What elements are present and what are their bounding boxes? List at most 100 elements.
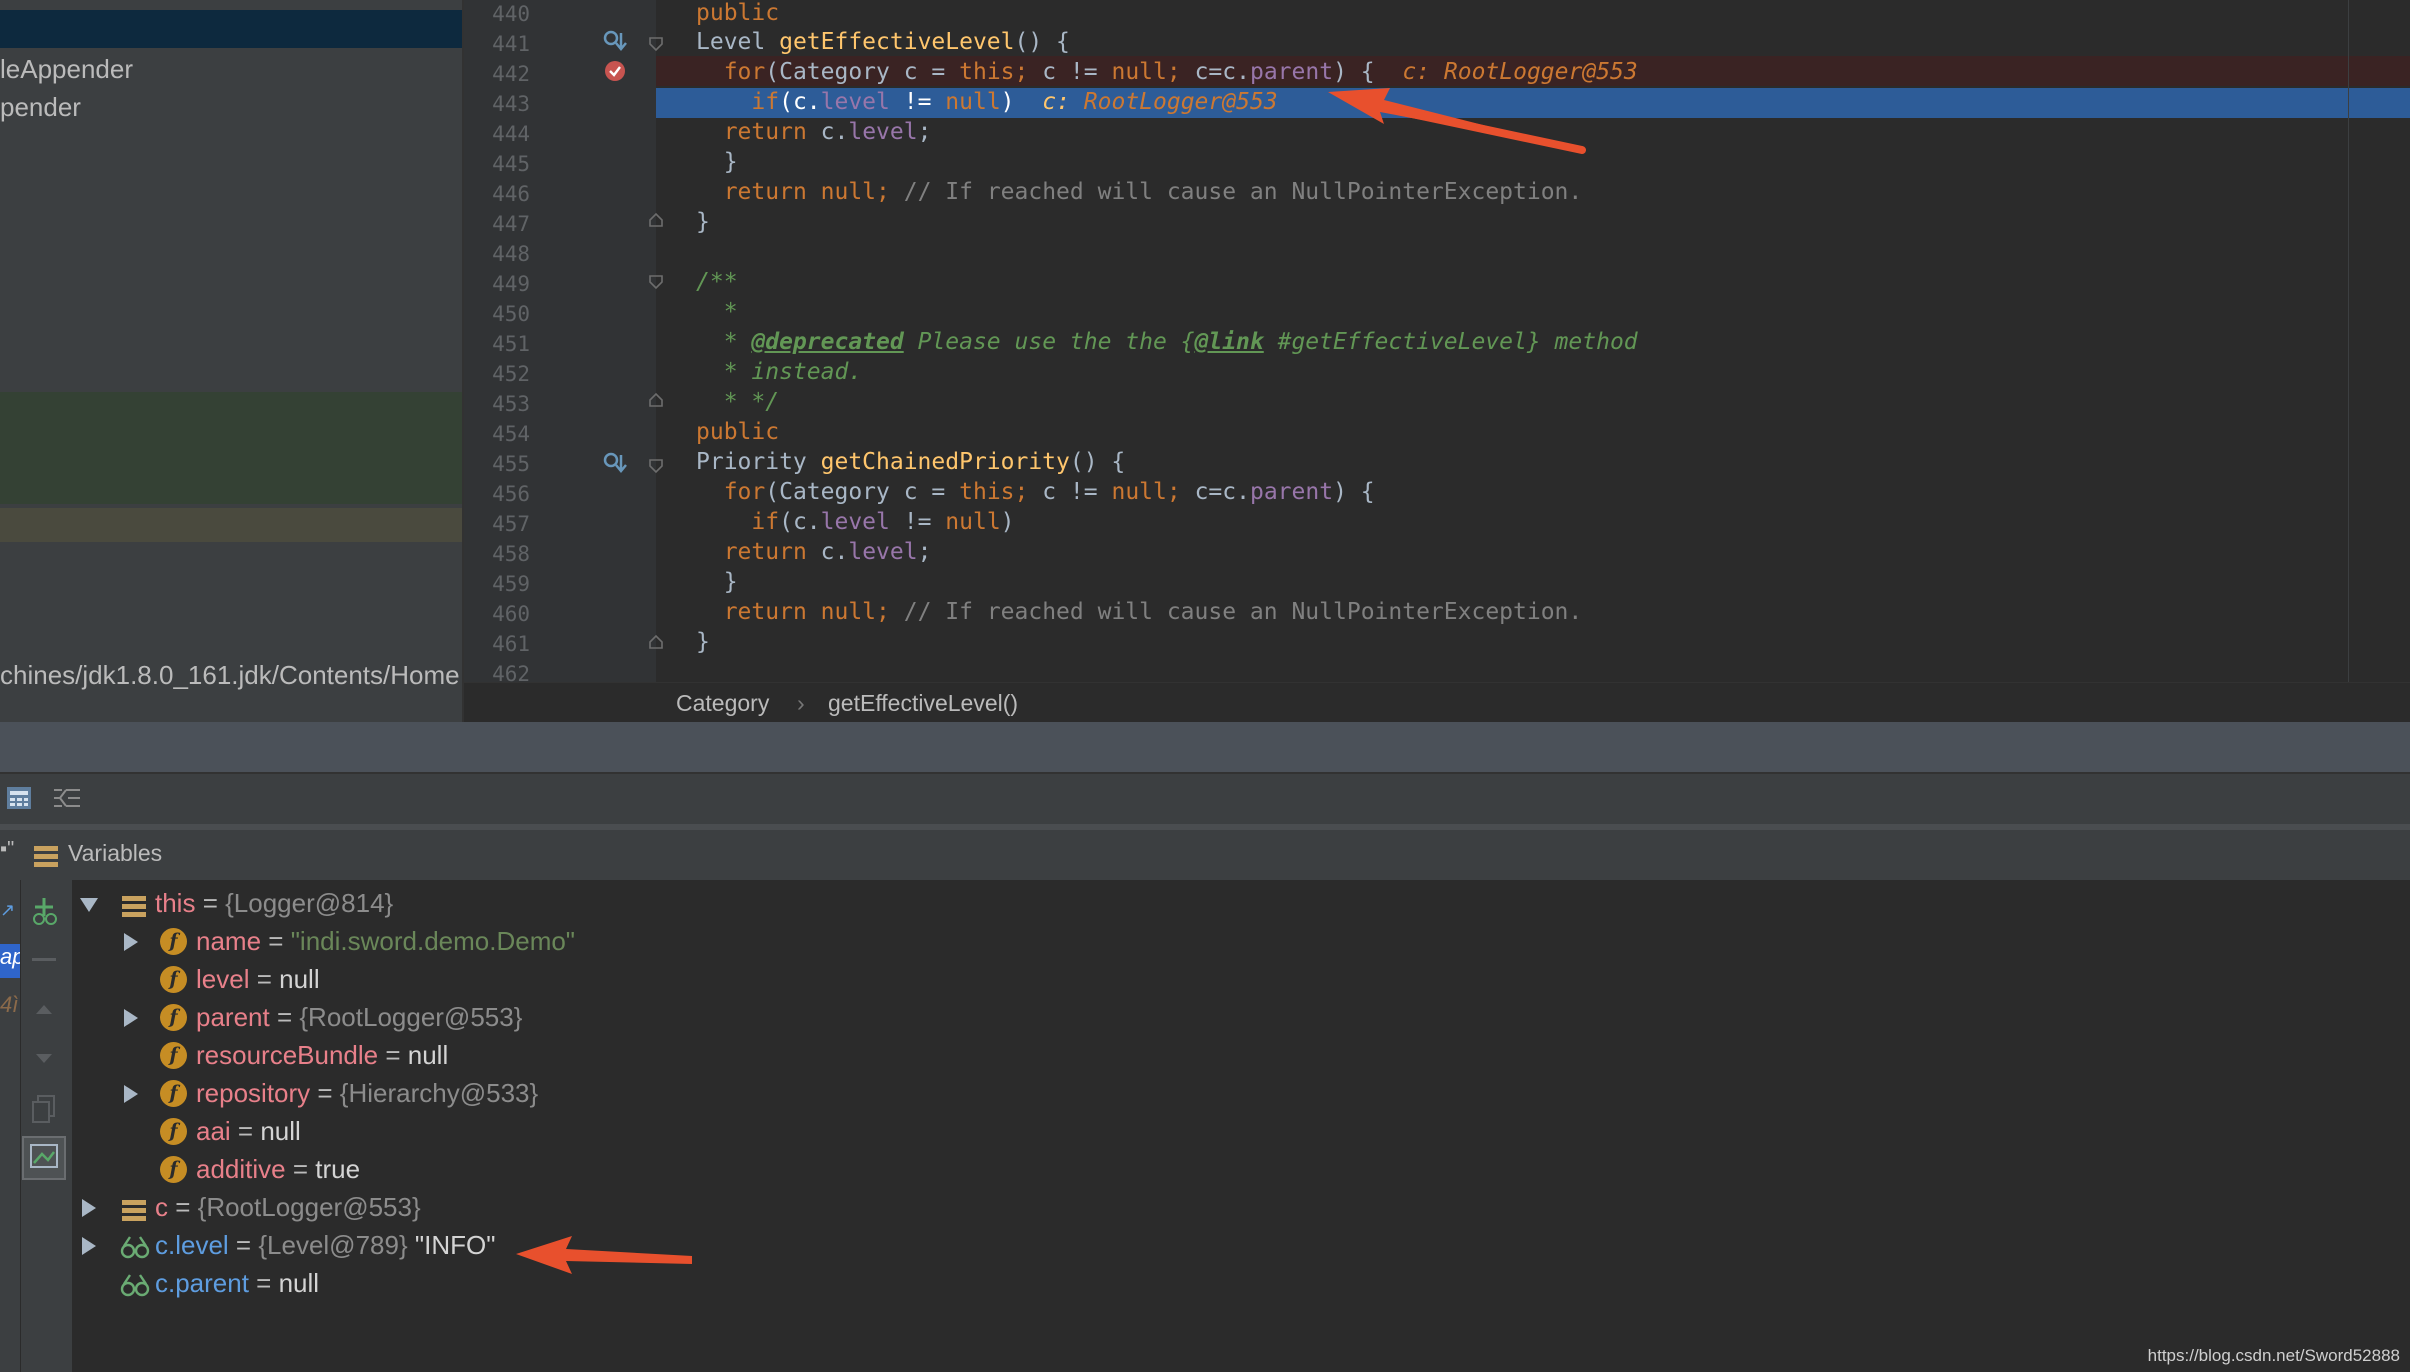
line-number[interactable]: 446 [464, 182, 530, 206]
code-line[interactable]: Priority getChainedPriority() { [696, 449, 1125, 475]
variable-row[interactable]: c.level = {Level@789} "INFO" [155, 1230, 495, 1266]
code-line[interactable]: public [696, 419, 779, 445]
breadcrumb-method[interactable]: getEffectiveLevel() [828, 690, 1018, 717]
project-tree-highlight [0, 508, 462, 542]
line-number[interactable]: 447 [464, 212, 530, 236]
line-number[interactable]: 445 [464, 152, 530, 176]
line-number[interactable]: 460 [464, 602, 530, 626]
evaluate-expression-icon[interactable] [6, 786, 32, 810]
code-line-current[interactable]: if(c.level != null) c: RootLogger@553 [696, 89, 1277, 115]
field-icon: f [160, 1042, 187, 1069]
fold-open-icon[interactable] [648, 274, 664, 290]
code-line[interactable]: } [696, 149, 738, 175]
field-icon: f [160, 1004, 187, 1031]
line-number[interactable]: 454 [464, 422, 530, 446]
code-line[interactable]: for(Category c = this; c != null; c=c.pa… [696, 479, 1375, 505]
variable-row[interactable]: resourceBundle = null [196, 1040, 448, 1076]
expand-toggle-icon[interactable] [124, 933, 138, 951]
variable-row[interactable]: additive = true [196, 1154, 360, 1190]
frame-label[interactable]: 4ì [0, 992, 20, 1022]
line-number[interactable]: 443 [464, 92, 530, 116]
jdk-path-item[interactable]: chines/jdk1.8.0_161.jdk/Contents/Home [0, 660, 460, 691]
restore-layout-icon[interactable]: ▪" [0, 838, 14, 861]
move-up-icon[interactable] [34, 1002, 54, 1016]
line-number[interactable]: 453 [464, 392, 530, 416]
move-down-icon[interactable] [34, 1052, 54, 1066]
code-line[interactable]: * */ [696, 389, 779, 415]
show-watches-toggle-icon[interactable] [22, 1136, 66, 1180]
variable-row[interactable]: repository = {Hierarchy@533} [196, 1078, 538, 1114]
code-line[interactable]: return null; // If reached will cause an… [696, 599, 1583, 625]
trace-stream-icon[interactable] [52, 786, 82, 810]
code-line[interactable]: } [696, 209, 710, 235]
expand-toggle-icon[interactable] [80, 898, 98, 912]
field-icon: f [160, 928, 187, 955]
variables-side-toolbar: ap 4ì ↗ [0, 880, 73, 1372]
project-tree-selected-row[interactable] [0, 10, 462, 48]
line-number[interactable]: 462 [464, 662, 530, 682]
code-line[interactable]: } [696, 629, 710, 655]
variable-row[interactable]: parent = {RootLogger@553} [196, 1002, 522, 1038]
line-number[interactable]: 457 [464, 512, 530, 536]
remove-watch-icon[interactable] [32, 958, 56, 961]
inline-debug-label: c: [1042, 89, 1070, 115]
expand-toggle-icon[interactable] [124, 1085, 138, 1103]
line-number[interactable]: 456 [464, 482, 530, 506]
code-line[interactable]: * [696, 299, 738, 325]
variable-row[interactable]: aai = null [196, 1116, 301, 1152]
code-line[interactable]: * instead. [696, 359, 862, 385]
line-number[interactable]: 442 [464, 62, 530, 86]
right-margin-guide [2348, 0, 2349, 682]
line-number[interactable]: 451 [464, 332, 530, 356]
code-line[interactable]: return c.level; [696, 539, 932, 565]
code-line[interactable]: /** [696, 269, 738, 295]
code-line[interactable]: * @deprecated Please use the the {@link … [696, 329, 1638, 355]
line-number[interactable]: 450 [464, 302, 530, 326]
line-number[interactable]: 444 [464, 122, 530, 146]
expand-toggle-icon[interactable] [82, 1237, 96, 1255]
code-line[interactable]: return c.level; [696, 119, 932, 145]
breakpoint-icon[interactable] [604, 60, 626, 82]
variable-row[interactable]: c = {RootLogger@553} [155, 1192, 421, 1228]
code-line[interactable]: Level getEffectiveLevel() { [696, 29, 1070, 55]
debug-toolbar [0, 774, 2410, 824]
line-number[interactable]: 440 [464, 2, 530, 26]
variable-row[interactable]: level = null [196, 964, 320, 1000]
fold-open-icon[interactable] [648, 458, 664, 474]
breadcrumb-class[interactable]: Category [676, 690, 769, 717]
line-number[interactable]: 459 [464, 572, 530, 596]
field-icon: f [160, 1118, 187, 1145]
line-number[interactable]: 455 [464, 452, 530, 476]
debug-tool-window-header[interactable] [0, 722, 2410, 772]
variables-panel[interactable]: ap 4ì ↗ this = {Logger@814} f name = "in… [0, 880, 2410, 1372]
code-line[interactable]: public [696, 0, 779, 26]
code-line[interactable]: } [696, 569, 738, 595]
variable-row[interactable]: this = {Logger@814} [155, 888, 393, 924]
line-number[interactable]: 441 [464, 32, 530, 56]
project-tree-item[interactable]: leAppender [0, 54, 133, 85]
frame-marker-icon: ↗ [0, 900, 16, 920]
variable-row[interactable]: c.parent = null [155, 1268, 319, 1304]
override-method-icon[interactable] [602, 450, 628, 476]
new-watch-icon[interactable] [30, 896, 60, 926]
frame-selection-label[interactable]: ap [0, 944, 20, 978]
line-number[interactable]: 452 [464, 362, 530, 386]
variable-row[interactable]: name = "indi.sword.demo.Demo" [196, 926, 575, 962]
duplicate-watch-icon[interactable] [30, 1094, 58, 1124]
fold-close-icon[interactable] [648, 634, 664, 650]
line-number[interactable]: 458 [464, 542, 530, 566]
expand-toggle-icon[interactable] [82, 1199, 96, 1217]
line-number[interactable]: 448 [464, 242, 530, 266]
line-number[interactable]: 449 [464, 272, 530, 296]
project-tree-item[interactable]: pender [0, 92, 81, 123]
fold-close-icon[interactable] [648, 392, 664, 408]
fold-close-icon[interactable] [648, 212, 664, 228]
code-line[interactable]: if(c.level != null) [696, 509, 1014, 535]
fold-open-icon[interactable] [648, 36, 664, 52]
override-method-icon[interactable] [602, 28, 628, 54]
divider [20, 880, 21, 1372]
expand-toggle-icon[interactable] [124, 1009, 138, 1027]
field-icon: f [160, 966, 187, 993]
code-line[interactable]: return null; // If reached will cause an… [696, 179, 1583, 205]
line-number[interactable]: 461 [464, 632, 530, 656]
